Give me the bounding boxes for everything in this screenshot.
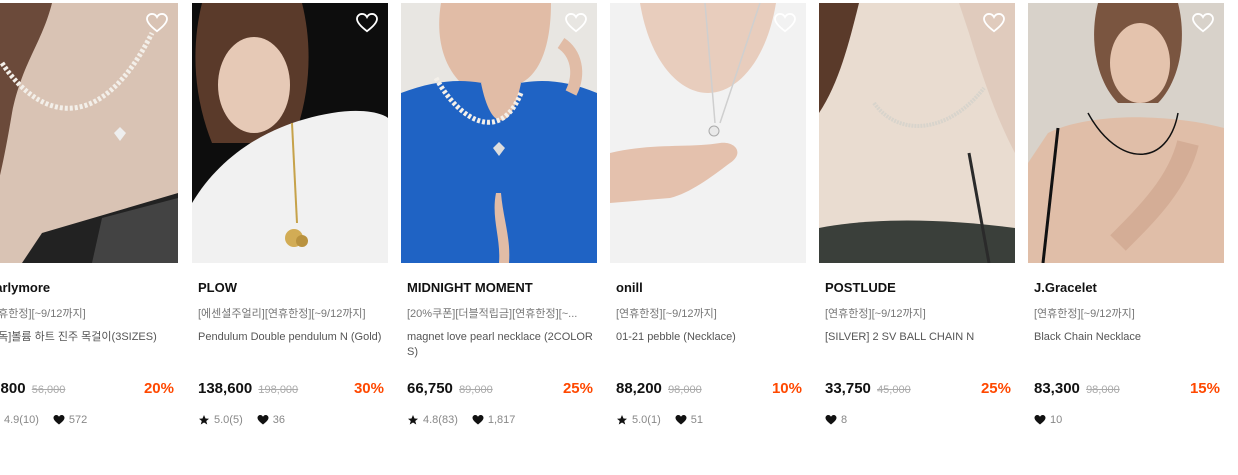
discount-rate: 25%: [980, 380, 1011, 397]
rating-text: 5.0(1): [632, 414, 661, 426]
heart-filled-icon: [257, 415, 269, 425]
discount-rate: 15%: [1189, 380, 1220, 397]
brand-name[interactable]: PLOW: [198, 280, 237, 295]
heart-filled-icon: [675, 415, 687, 425]
price-value: 88,200: [616, 380, 662, 397]
price-value: 4,800: [0, 380, 26, 397]
wishlist-heart-icon[interactable]: [565, 13, 587, 33]
wishlist-heart-icon[interactable]: [1192, 13, 1214, 33]
rating-text: 5.0(5): [214, 414, 243, 426]
price-value: 83,300: [1034, 380, 1080, 397]
sale-price: 66,750 89,000: [407, 380, 493, 397]
product-meta: 4.9(10) 572: [0, 414, 101, 426]
product-meta: 5.0(1) 51: [616, 414, 717, 426]
product-meta: 8: [825, 414, 861, 426]
like-count: 1,817: [487, 414, 516, 426]
heart-filled-icon: [825, 415, 837, 425]
promo-text: 연휴한정][~9/12까지]: [0, 308, 86, 320]
like-count: 572: [68, 414, 88, 426]
product-image[interactable]: [0, 3, 178, 263]
original-price: 98,000: [1086, 384, 1120, 396]
product-image[interactable]: [1028, 3, 1224, 263]
product-card[interactable]: MIDNIGHT MOMENT [20%쿠폰][더블적립금][연휴한정][~..…: [401, 0, 597, 475]
original-price: 89,000: [459, 384, 493, 396]
rating-text: 4.8(83): [423, 414, 458, 426]
product-meta: 4.8(83) 1,817: [407, 414, 529, 426]
product-name[interactable]: 단독]볼륨 하트 진주 목걸이(3SIZES): [0, 330, 174, 345]
product-meta: 5.0(5) 36: [198, 414, 299, 426]
promo-text: [연휴한정][~9/12까지]: [616, 308, 717, 320]
product-card[interactable]: onill [연휴한정][~9/12까지] 01-21 pebble (Neck…: [610, 0, 806, 475]
sale-price: 88,200 98,000: [616, 380, 702, 397]
brand-name[interactable]: onill: [616, 280, 643, 295]
wishlist-heart-icon[interactable]: [774, 13, 796, 33]
like-count: 10: [1050, 414, 1063, 426]
star-icon: [617, 415, 627, 425]
discount-rate: 25%: [562, 380, 593, 397]
brand-name[interactable]: J.Gracelet: [1034, 280, 1097, 295]
discount-rate: 20%: [143, 380, 174, 397]
discount-rate: 30%: [353, 380, 384, 397]
product-name[interactable]: Black Chain Necklace: [1034, 330, 1220, 345]
like-count: 8: [841, 414, 848, 426]
product-meta: 10: [1034, 414, 1076, 426]
original-price: 198,000: [258, 384, 299, 396]
brand-name[interactable]: MIDNIGHT MOMENT: [407, 280, 533, 295]
brand-name[interactable]: POSTLUDE: [825, 280, 896, 295]
promo-text: [연휴한정][~9/12까지]: [825, 308, 926, 320]
product-card[interactable]: J.Gracelet [연휴한정][~9/12까지] Black Chain N…: [1028, 0, 1224, 475]
promo-text: [연휴한정][~9/12까지]: [1034, 308, 1135, 320]
wishlist-heart-icon[interactable]: [146, 13, 168, 33]
sale-price: 138,600 198,000: [198, 380, 298, 397]
product-image[interactable]: [192, 3, 388, 263]
like-count: 36: [272, 414, 285, 426]
star-icon: [408, 415, 418, 425]
product-card[interactable]: POSTLUDE [연휴한정][~9/12까지] [SILVER] 2 SV B…: [819, 0, 1015, 475]
product-image[interactable]: [819, 3, 1015, 263]
heart-filled-icon: [472, 415, 484, 425]
promo-text: [20%쿠폰][더블적립금][연휴한정][~...: [407, 308, 578, 320]
price-value: 138,600: [198, 380, 253, 397]
product-name[interactable]: [SILVER] 2 SV BALL CHAIN N: [825, 330, 1011, 345]
product-name[interactable]: magnet love pearl necklace (2COLORS): [407, 330, 593, 360]
product-card[interactable]: earlymore 연휴한정][~9/12까지] 단독]볼륨 하트 진주 목걸이…: [0, 0, 178, 475]
discount-rate: 10%: [771, 380, 802, 397]
sale-price: 4,800 56,000: [0, 380, 65, 397]
rating-text: 4.9(10): [4, 414, 39, 426]
product-row: earlymore 연휴한정][~9/12까지] 단독]볼륨 하트 진주 목걸이…: [0, 0, 1238, 475]
sale-price: 83,300 98,000: [1034, 380, 1120, 397]
heart-filled-icon: [53, 415, 65, 425]
brand-name[interactable]: earlymore: [0, 280, 50, 295]
heart-filled-icon: [1034, 415, 1046, 425]
sale-price: 33,750 45,000: [825, 380, 911, 397]
wishlist-heart-icon[interactable]: [983, 13, 1005, 33]
original-price: 45,000: [877, 384, 911, 396]
product-image[interactable]: [610, 3, 806, 263]
star-icon: [199, 415, 209, 425]
product-name[interactable]: 01-21 pebble (Necklace): [616, 330, 802, 345]
wishlist-heart-icon[interactable]: [356, 13, 378, 33]
original-price: 56,000: [31, 384, 66, 396]
original-price: 98,000: [668, 384, 702, 396]
product-card[interactable]: PLOW [에센셜주얼리][연휴한정][~9/12까지] Pendulum Do…: [192, 0, 388, 475]
price-value: 66,750: [407, 380, 453, 397]
product-image[interactable]: [401, 3, 597, 263]
like-count: 51: [690, 414, 703, 426]
product-name[interactable]: Pendulum Double pendulum N (Gold): [198, 330, 384, 345]
price-value: 33,750: [825, 380, 871, 397]
promo-text: [에센셜주얼리][연휴한정][~9/12까지]: [198, 308, 366, 320]
